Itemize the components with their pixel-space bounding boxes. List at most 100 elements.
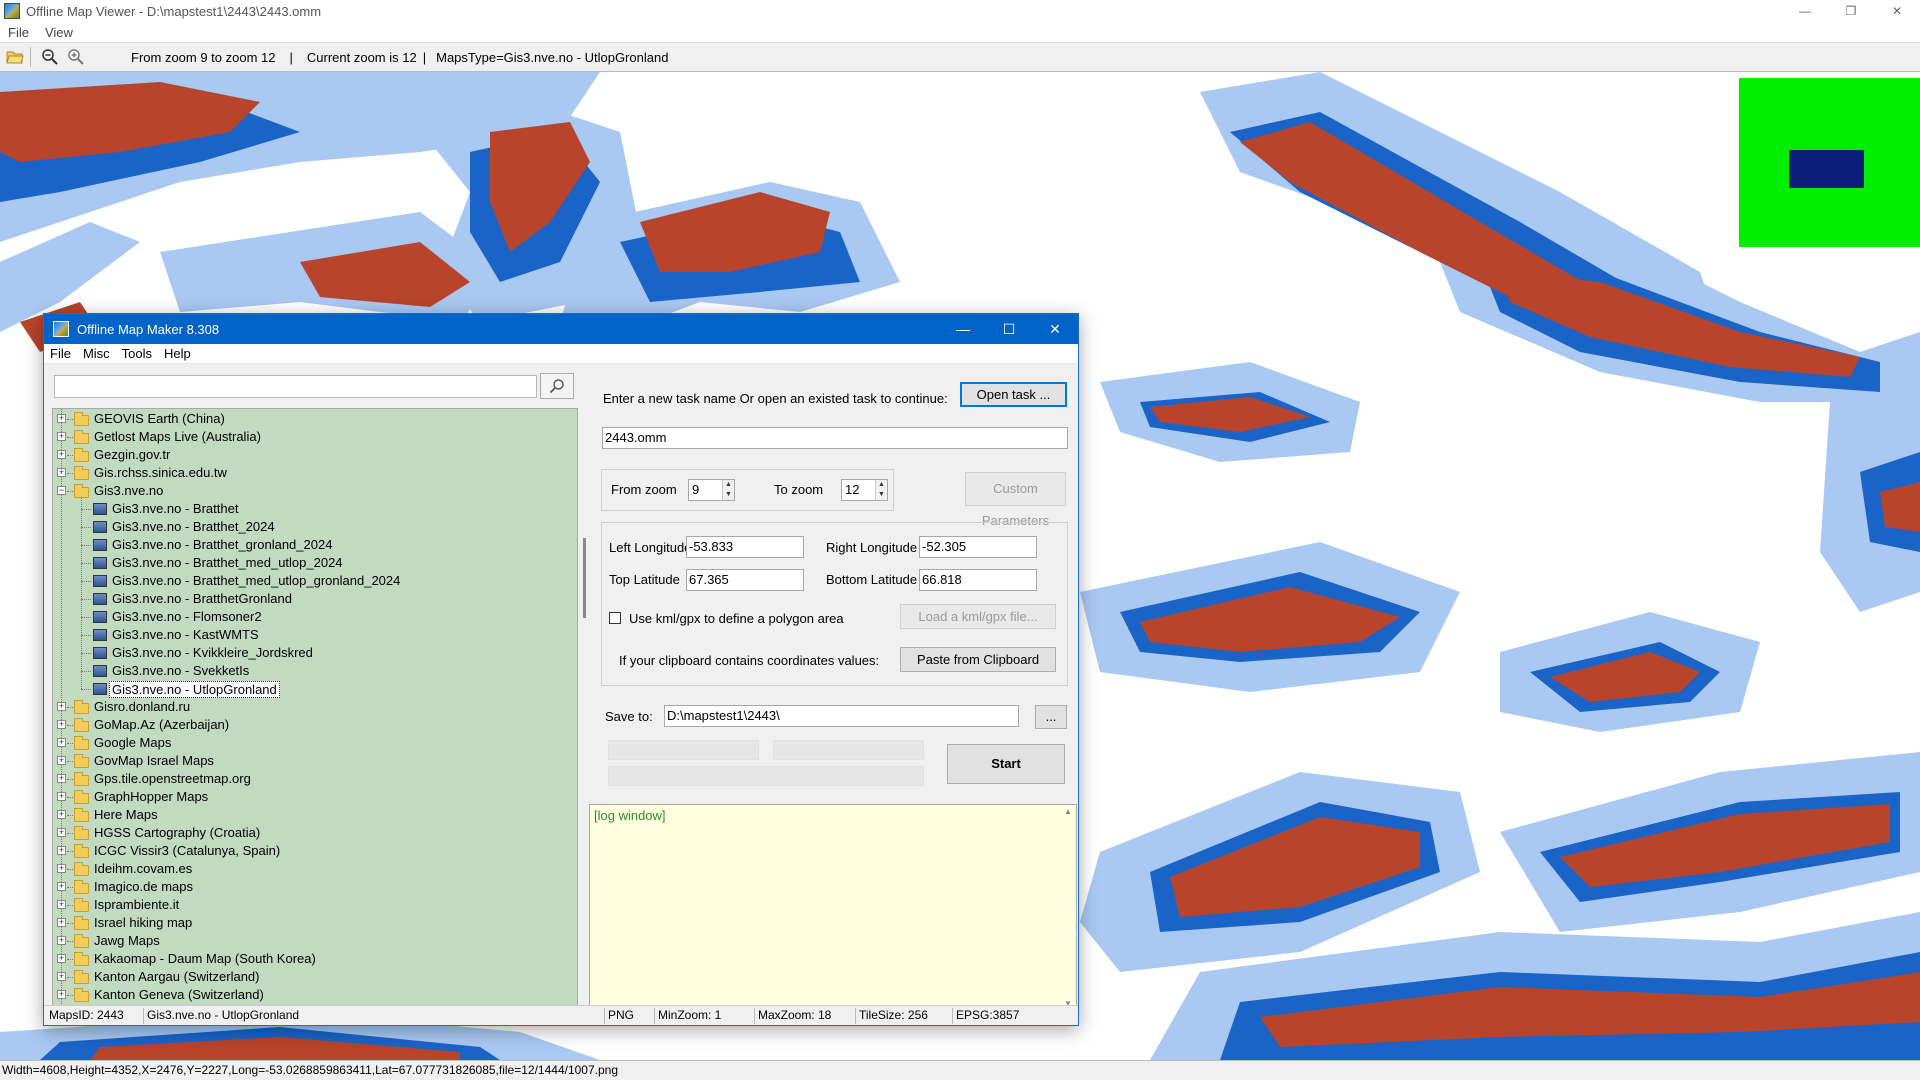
tree-folder-item[interactable]: + Isprambiente.it [53,896,573,914]
spin-up-icon[interactable]: ▲ [876,480,887,490]
restore-button[interactable]: ❐ [1828,0,1874,22]
expand-icon[interactable]: + [57,918,66,927]
dialog-titlebar[interactable]: Offline Map Maker 8.308 — ☐ ✕ [44,314,1078,344]
expand-icon[interactable]: + [57,954,66,963]
maximize-button[interactable]: ☐ [986,314,1032,344]
expand-icon[interactable]: + [57,414,66,423]
tree-map-item[interactable]: Gis3.nve.no - KastWMTS [53,626,573,644]
task-name-input[interactable]: 2443.omm [602,427,1068,449]
tree-map-item[interactable]: Gis3.nve.no - Flomsoner2 [53,608,573,626]
log-scrollbar[interactable]: ▲ ▼ [1062,805,1076,1010]
browse-button[interactable]: ... [1035,705,1067,729]
tree-folder-item[interactable]: + Israel hiking map [53,914,573,932]
expand-icon[interactable]: + [57,864,66,873]
spin-up-icon[interactable]: ▲ [723,480,734,490]
menu-help[interactable]: Help [158,346,197,361]
bottom-latitude-input[interactable]: 66.818 [919,569,1037,591]
menu-tools[interactable]: Tools [116,346,158,361]
tree-folder-item[interactable]: + GEOVIS Earth (China) [53,410,573,428]
menu-misc[interactable]: Misc [77,346,116,361]
tree-folder-item[interactable]: + GovMap Israel Maps [53,752,573,770]
expand-icon[interactable]: + [57,900,66,909]
tree-folder-item[interactable]: + HGSS Cartography (Croatia) [53,824,573,842]
tree-folder-item[interactable]: + Kakaomap - Daum Map (South Korea) [53,950,573,968]
tree-folder-item[interactable]: + Here Maps [53,806,573,824]
minimize-button[interactable]: — [1782,0,1828,22]
expand-icon[interactable]: + [57,774,66,783]
save-path-input[interactable]: D:\mapstest1\2443\ [664,705,1019,727]
expand-icon[interactable]: + [57,990,66,999]
expand-icon[interactable]: + [57,972,66,981]
spin-down-icon[interactable]: ▼ [723,490,734,500]
to-zoom-spinner[interactable]: 12 ▲ ▼ [841,479,888,501]
expand-icon[interactable]: + [57,828,66,837]
expand-icon[interactable]: + [57,810,66,819]
tree-map-item[interactable]: Gis3.nve.no - Bratthet [53,500,573,518]
expand-icon[interactable]: + [57,846,66,855]
start-button[interactable]: Start [947,744,1065,784]
tree-connector [67,419,73,420]
tree-folder-item[interactable]: + ICGC Vissir3 (Catalunya, Spain) [53,842,573,860]
search-input[interactable] [54,375,537,398]
load-kml-button[interactable]: Load a kml/gpx file... [900,604,1056,629]
top-latitude-input[interactable]: 67.365 [686,569,804,591]
menu-file[interactable]: File [0,25,37,40]
spin-down-icon[interactable]: ▼ [876,490,887,500]
expand-icon[interactable]: + [57,432,66,441]
minimap[interactable] [1739,78,1920,247]
tree-map-item[interactable]: Gis3.nve.no - Bratthet_2024 [53,518,573,536]
expand-icon[interactable]: + [57,936,66,945]
tree-map-item[interactable]: Gis3.nve.no - Bratthet_med_utlop_2024 [53,554,573,572]
expand-icon[interactable]: + [57,792,66,801]
tree-map-item[interactable]: Gis3.nve.no - SvekketIs [53,662,573,680]
expand-icon[interactable]: + [57,450,66,459]
tree-folder-item[interactable]: + Kanton Geneva (Switzerland) [53,986,573,1004]
log-window[interactable]: [log window] ▲ ▼ [589,804,1077,1011]
kml-checkbox[interactable] [609,612,621,624]
open-folder-icon[interactable] [4,46,26,68]
tree-folder-item[interactable]: + Ideihm.covam.es [53,860,573,878]
tree-folder-item[interactable]: + GoMap.Az (Azerbaijan) [53,716,573,734]
collapse-icon[interactable]: − [57,486,66,495]
tree-map-item[interactable]: Gis3.nve.no - Bratthet_med_utlop_gronlan… [53,572,573,590]
expand-icon[interactable]: + [57,468,66,477]
left-longitude-input[interactable]: -53.833 [686,536,804,558]
tree-folder-item[interactable]: + Google Maps [53,734,573,752]
tree-folder-item[interactable]: + Gps.tile.openstreetmap.org [53,770,573,788]
open-task-button[interactable]: Open task ... [960,382,1067,407]
close-button[interactable]: ✕ [1874,0,1920,22]
scroll-thumb[interactable] [583,538,586,618]
tree-folder-item[interactable]: + Jawg Maps [53,932,573,950]
tree-folder-item[interactable]: + Gisro.donland.ru [53,698,573,716]
tree-map-item[interactable]: Gis3.nve.no - Kvikkleire_Jordskred [53,644,573,662]
tree-folder-item[interactable]: + Gezgin.gov.tr [53,446,573,464]
tree-folder-item[interactable]: + GraphHopper Maps [53,788,573,806]
tree-map-item[interactable]: Gis3.nve.no - BratthetGronland [53,590,573,608]
minimap-viewport[interactable] [1789,150,1864,188]
right-longitude-input[interactable]: -52.305 [919,536,1037,558]
custom-parameters-button[interactable]: Custom Parameters [965,472,1066,528]
expand-icon[interactable]: + [57,756,66,765]
zoom-out-icon[interactable] [39,46,61,68]
expand-icon[interactable]: + [57,702,66,711]
tree-folder-item[interactable]: − Gis3.nve.no [53,482,573,500]
tree-folder-item[interactable]: + Imagico.de maps [53,878,573,896]
paste-clipboard-button[interactable]: Paste from Clipboard [900,647,1056,672]
tree-map-item[interactable]: Gis3.nve.no - UtlopGronland [53,680,573,698]
expand-icon[interactable]: + [57,738,66,747]
tree-folder-item[interactable]: + Gis.rchss.sinica.edu.tw [53,464,573,482]
expand-icon[interactable]: + [57,720,66,729]
from-zoom-spinner[interactable]: 9 ▲ ▼ [688,479,735,501]
zoom-in-icon[interactable] [65,46,87,68]
search-button[interactable] [540,373,574,399]
menu-view[interactable]: View [37,25,81,40]
minimize-button[interactable]: — [940,314,986,344]
tree-folder-item[interactable]: + Kanton Aargau (Switzerland) [53,968,573,986]
tree-folder-item[interactable]: + Getlost Maps Live (Australia) [53,428,573,446]
scroll-up-icon[interactable]: ▲ [1064,807,1072,816]
tree-map-item[interactable]: Gis3.nve.no - Bratthet_gronland_2024 [53,536,573,554]
expand-icon[interactable]: + [57,882,66,891]
map-source-tree[interactable]: + GEOVIS Earth (China) + Getlost Maps Live … [52,408,578,1011]
close-button[interactable]: ✕ [1032,314,1078,344]
menu-file[interactable]: File [44,346,77,361]
